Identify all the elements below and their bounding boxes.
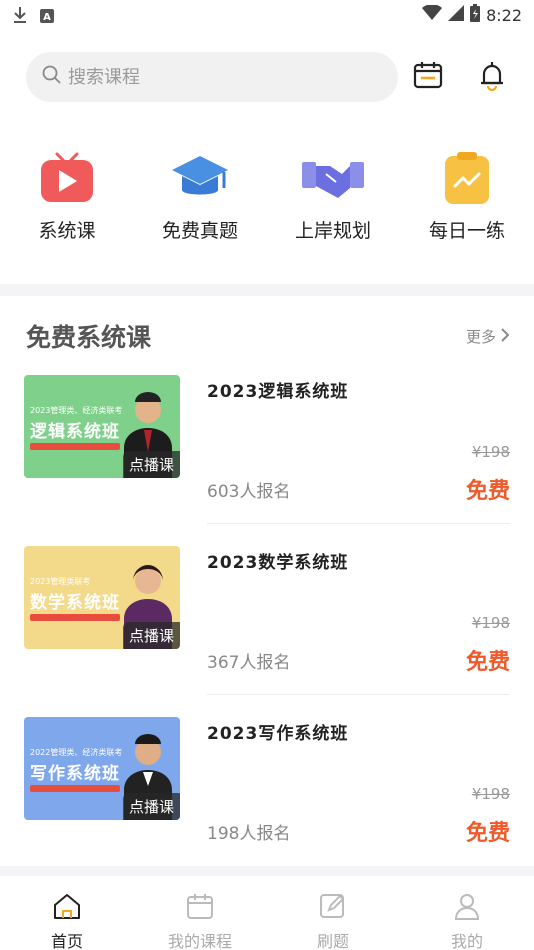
- tab-practice[interactable]: 刷题: [283, 892, 383, 950]
- battery-icon: [470, 4, 481, 26]
- course-name: 2023写作系统班: [207, 724, 349, 744]
- graduation-cap-icon: [168, 148, 232, 208]
- tab-my-courses[interactable]: 我的课程: [150, 892, 250, 950]
- category-study-plan[interactable]: 上岸规划: [278, 148, 388, 243]
- calendar-button[interactable]: [410, 59, 446, 95]
- tabbar-divider: [0, 866, 534, 876]
- original-price: ¥198: [471, 443, 510, 461]
- price: 免费: [465, 479, 510, 504]
- tab-profile[interactable]: 我的: [417, 892, 517, 950]
- search-icon: [42, 65, 62, 89]
- bottom-tab-bar: 首页 我的课程 刷题 我的: [0, 876, 534, 950]
- course-thumbnail: 2022管理类、经济类联考 写作系统班 点播课: [24, 717, 180, 820]
- category-system-course[interactable]: 系统课: [12, 148, 122, 243]
- notification-button[interactable]: [474, 59, 510, 95]
- course-thumbnail: 2023管理类、经济类联考 逻辑系统班 点播课: [24, 375, 180, 478]
- chevron-right-icon: [500, 327, 510, 346]
- search-bar[interactable]: [26, 52, 398, 102]
- handshake-icon: [301, 148, 365, 208]
- original-price: ¥198: [471, 785, 510, 803]
- course-name: 2023逻辑系统班: [207, 382, 349, 402]
- bell-icon: [476, 59, 508, 95]
- original-price: ¥198: [471, 614, 510, 632]
- category-shortcuts: 系统课 免费真题 上岸规划 每日一练: [0, 148, 534, 248]
- clipboard-chart-icon: [435, 148, 499, 208]
- section-divider: [0, 284, 534, 296]
- download-icon: [12, 6, 28, 28]
- course-item[interactable]: 2022管理类、经济类联考 写作系统班 点播课 2023写作系统班 198人报名…: [0, 717, 534, 867]
- app-notification-icon: A: [40, 8, 54, 27]
- status-time: 8:22: [486, 5, 522, 25]
- wifi-icon: [422, 4, 443, 25]
- enroll-count: 367人报名: [207, 653, 291, 673]
- svg-text:A: A: [43, 12, 51, 23]
- search-input[interactable]: [68, 66, 358, 88]
- calendar-icon: [185, 892, 215, 924]
- category-free-exams[interactable]: 免费真题: [145, 148, 255, 243]
- tv-play-icon: [35, 148, 99, 208]
- course-item[interactable]: 2023管理类联考 数学系统班 点播课 2023数学系统班 367人报名 ¥19…: [0, 546, 534, 696]
- tab-home[interactable]: 首页: [17, 892, 117, 950]
- section-title: 免费系统课: [26, 323, 152, 352]
- price: 免费: [465, 650, 510, 675]
- course-item[interactable]: 2023管理类、经济类联考 逻辑系统班 点播课 2023逻辑系统班 603人报名…: [0, 375, 534, 525]
- more-link[interactable]: 更多: [466, 326, 510, 347]
- edit-icon: [318, 892, 348, 924]
- course-thumbnail: 2023管理类联考 数学系统班 点播课: [24, 546, 180, 649]
- category-daily-practice[interactable]: 每日一练: [412, 148, 522, 243]
- signal-icon: [448, 5, 465, 25]
- enroll-count: 603人报名: [207, 482, 291, 502]
- home-icon: [52, 892, 82, 924]
- calendar-icon: [412, 59, 444, 95]
- enroll-count: 198人报名: [207, 824, 291, 844]
- price: 免费: [465, 821, 510, 846]
- course-name: 2023数学系统班: [207, 553, 349, 573]
- user-icon: [452, 892, 482, 924]
- status-bar: A 8:22: [0, 0, 534, 28]
